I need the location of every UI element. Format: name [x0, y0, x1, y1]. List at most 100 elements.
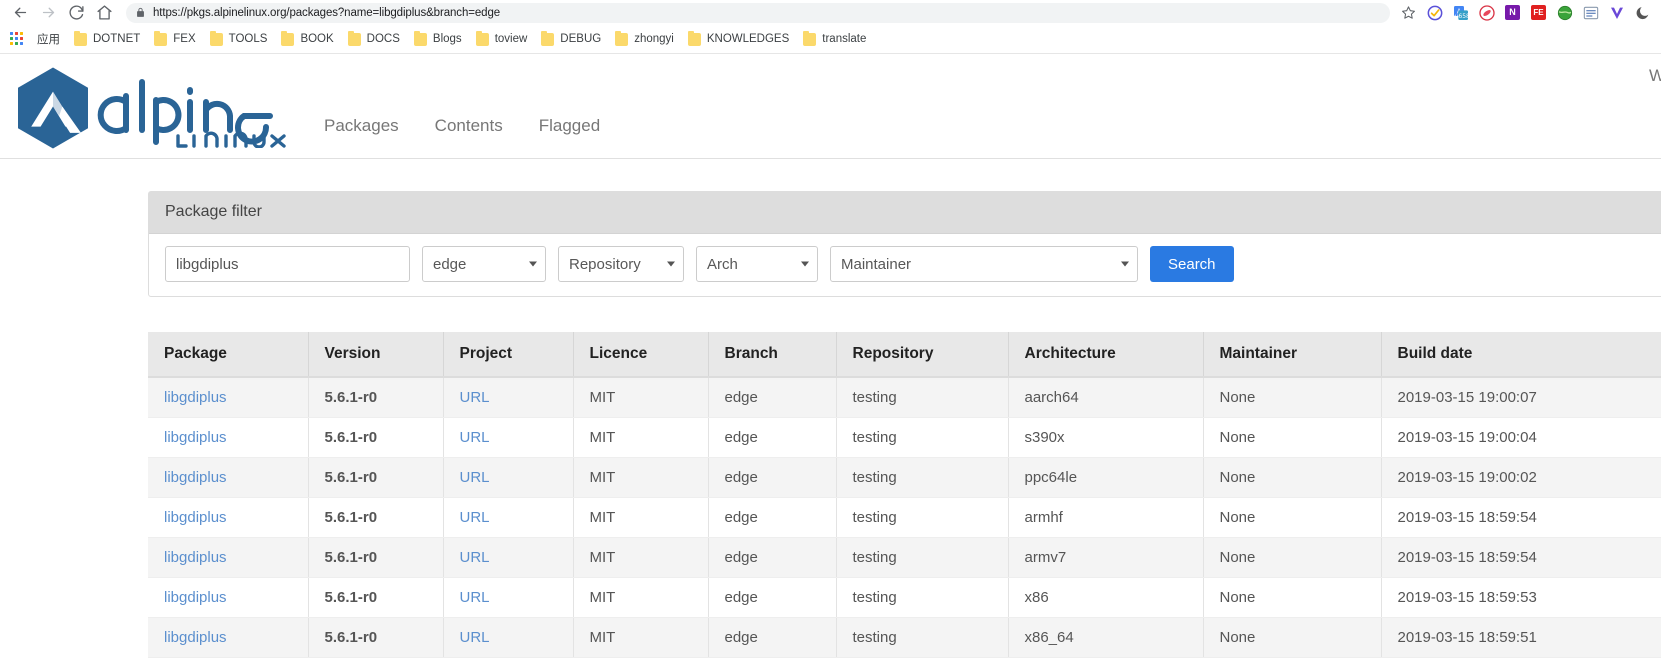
extension-red-pill-icon[interactable]	[1474, 2, 1499, 24]
url-text: https://pkgs.alpinelinux.org/packages?na…	[153, 6, 501, 19]
bookmark-debug[interactable]: DEBUG	[534, 28, 608, 50]
project-url-link[interactable]: URL	[460, 509, 490, 526]
cell-architecture: x86_64	[1008, 617, 1204, 658]
package-link[interactable]: libgdiplus	[164, 509, 227, 526]
cell-maintainer: None	[1203, 617, 1382, 658]
column-header-maintainer[interactable]: Maintainer	[1203, 332, 1382, 378]
column-header-package[interactable]: Package	[148, 332, 309, 378]
bookmark-docs[interactable]: DOCS	[341, 28, 407, 50]
column-header-project[interactable]: Project	[443, 332, 574, 378]
cell-architecture: armv7	[1008, 537, 1204, 578]
search-button[interactable]: Search	[1150, 246, 1234, 282]
lock-icon	[135, 7, 146, 18]
column-header-version[interactable]: Version	[308, 332, 444, 378]
column-header-licence[interactable]: Licence	[573, 332, 709, 378]
folder-icon	[803, 30, 817, 46]
column-header-branch[interactable]: Branch	[708, 332, 837, 378]
project-url-link[interactable]: URL	[460, 429, 490, 446]
bookmark-fex[interactable]: FEX	[147, 28, 202, 50]
cell-maintainer: None	[1203, 457, 1382, 498]
repository-select[interactable]: Repository	[558, 246, 684, 282]
package-link[interactable]: libgdiplus	[164, 429, 227, 446]
extension-fe-icon[interactable]: FE	[1526, 2, 1551, 24]
back-button[interactable]	[6, 2, 34, 24]
package-link[interactable]: libgdiplus	[164, 629, 227, 646]
chevron-down-icon	[529, 261, 537, 267]
column-header-build-date[interactable]: Build date	[1381, 332, 1661, 378]
bookmark-label: TOOLS	[228, 33, 268, 45]
cell-version: 5.6.1-r0	[308, 417, 444, 458]
cell-package: libgdiplus	[148, 457, 309, 498]
branch-select-value: edge	[433, 255, 467, 273]
folder-icon	[347, 30, 361, 46]
cell-branch: edge	[708, 497, 837, 538]
home-button[interactable]	[90, 2, 118, 24]
column-header-architecture[interactable]: Architecture	[1008, 332, 1204, 378]
project-url-link[interactable]: URL	[460, 629, 490, 646]
nav-item-packages[interactable]: Packages	[324, 116, 399, 136]
bookmark-star-icon[interactable]	[1396, 2, 1421, 24]
forward-button[interactable]	[34, 2, 62, 24]
alpine-hexagon-logo-icon	[18, 67, 88, 149]
bookmark-label: zhongyi	[634, 33, 674, 45]
bookmark-label: KNOWLEDGES	[706, 33, 790, 45]
reload-button[interactable]	[62, 2, 90, 24]
project-url-link[interactable]: URL	[460, 389, 490, 406]
apps-grid-icon[interactable]	[10, 32, 24, 46]
cell-licence: MIT	[573, 617, 709, 658]
package-name-input[interactable]: libgdiplus	[165, 246, 410, 282]
bookmark-label: translate	[822, 33, 867, 45]
package-link[interactable]: libgdiplus	[164, 469, 227, 486]
extension-onenote-icon[interactable]: N	[1500, 2, 1525, 24]
arch-select[interactable]: Arch	[696, 246, 818, 282]
cell-project: URL	[443, 577, 574, 618]
nav-item-wiki[interactable]: W	[1649, 66, 1661, 86]
address-bar[interactable]: https://pkgs.alpinelinux.org/packages?na…	[126, 2, 1390, 23]
svg-text:\u6587: \u6587	[1453, 13, 1469, 20]
folder-icon	[475, 30, 489, 46]
package-link[interactable]: libgdiplus	[164, 389, 227, 406]
extension-list-icon[interactable]	[1578, 2, 1603, 24]
bookmark-dotnet[interactable]: DOTNET	[67, 28, 147, 50]
maintainer-select[interactable]: Maintainer	[830, 246, 1138, 282]
cell-package: libgdiplus	[148, 577, 309, 618]
package-link[interactable]: libgdiplus	[164, 589, 227, 606]
bookmark-apps[interactable]: 应用	[30, 28, 67, 50]
table-row: libgdiplus 5.6.1-r0 URL MIT edge testing…	[148, 377, 1661, 418]
bookmark-zhongyi[interactable]: zhongyi	[608, 28, 681, 50]
bookmark-book[interactable]: BOOK	[274, 28, 340, 50]
package-link[interactable]: libgdiplus	[164, 549, 227, 566]
table-row: libgdiplus 5.6.1-r0 URL MIT edge testing…	[148, 417, 1661, 458]
extension-globe-icon[interactable]	[1552, 2, 1577, 24]
column-header-repository[interactable]: Repository	[836, 332, 1009, 378]
project-url-link[interactable]: URL	[460, 549, 490, 566]
cell-branch: edge	[708, 417, 837, 458]
nav-item-flagged[interactable]: Flagged	[539, 116, 600, 136]
nav-item-contents[interactable]: Contents	[435, 116, 503, 136]
project-url-link[interactable]: URL	[460, 469, 490, 486]
cell-architecture: aarch64	[1008, 377, 1204, 418]
package-filter-panel: Package filter libgdiplus edge Repositor…	[148, 191, 1661, 297]
cell-repository: testing	[836, 537, 1009, 578]
cell-architecture: x86	[1008, 577, 1204, 618]
cell-branch: edge	[708, 577, 837, 618]
cell-project: URL	[443, 617, 574, 658]
extension-v-icon[interactable]	[1604, 2, 1629, 24]
extension-check-circle-icon[interactable]	[1422, 2, 1447, 24]
site-logo[interactable]	[14, 54, 299, 158]
folder-icon	[541, 30, 555, 46]
folder-icon	[413, 30, 427, 46]
folder-icon	[281, 30, 295, 46]
extension-translate-icon[interactable]: A\u6587	[1448, 2, 1473, 24]
extension-moon-icon[interactable]	[1630, 2, 1655, 24]
cell-package: libgdiplus	[148, 377, 309, 418]
bookmark-tools[interactable]: TOOLS	[203, 28, 275, 50]
bookmark-knowledges[interactable]: KNOWLEDGES	[681, 28, 796, 50]
project-url-link[interactable]: URL	[460, 589, 490, 606]
bookmark-blogs[interactable]: Blogs	[407, 28, 469, 50]
folder-icon	[209, 30, 223, 46]
branch-select[interactable]: edge	[422, 246, 546, 282]
bookmark-translate[interactable]: translate	[796, 28, 873, 50]
cell-branch: edge	[708, 377, 837, 418]
bookmark-toview[interactable]: toview	[469, 28, 535, 50]
